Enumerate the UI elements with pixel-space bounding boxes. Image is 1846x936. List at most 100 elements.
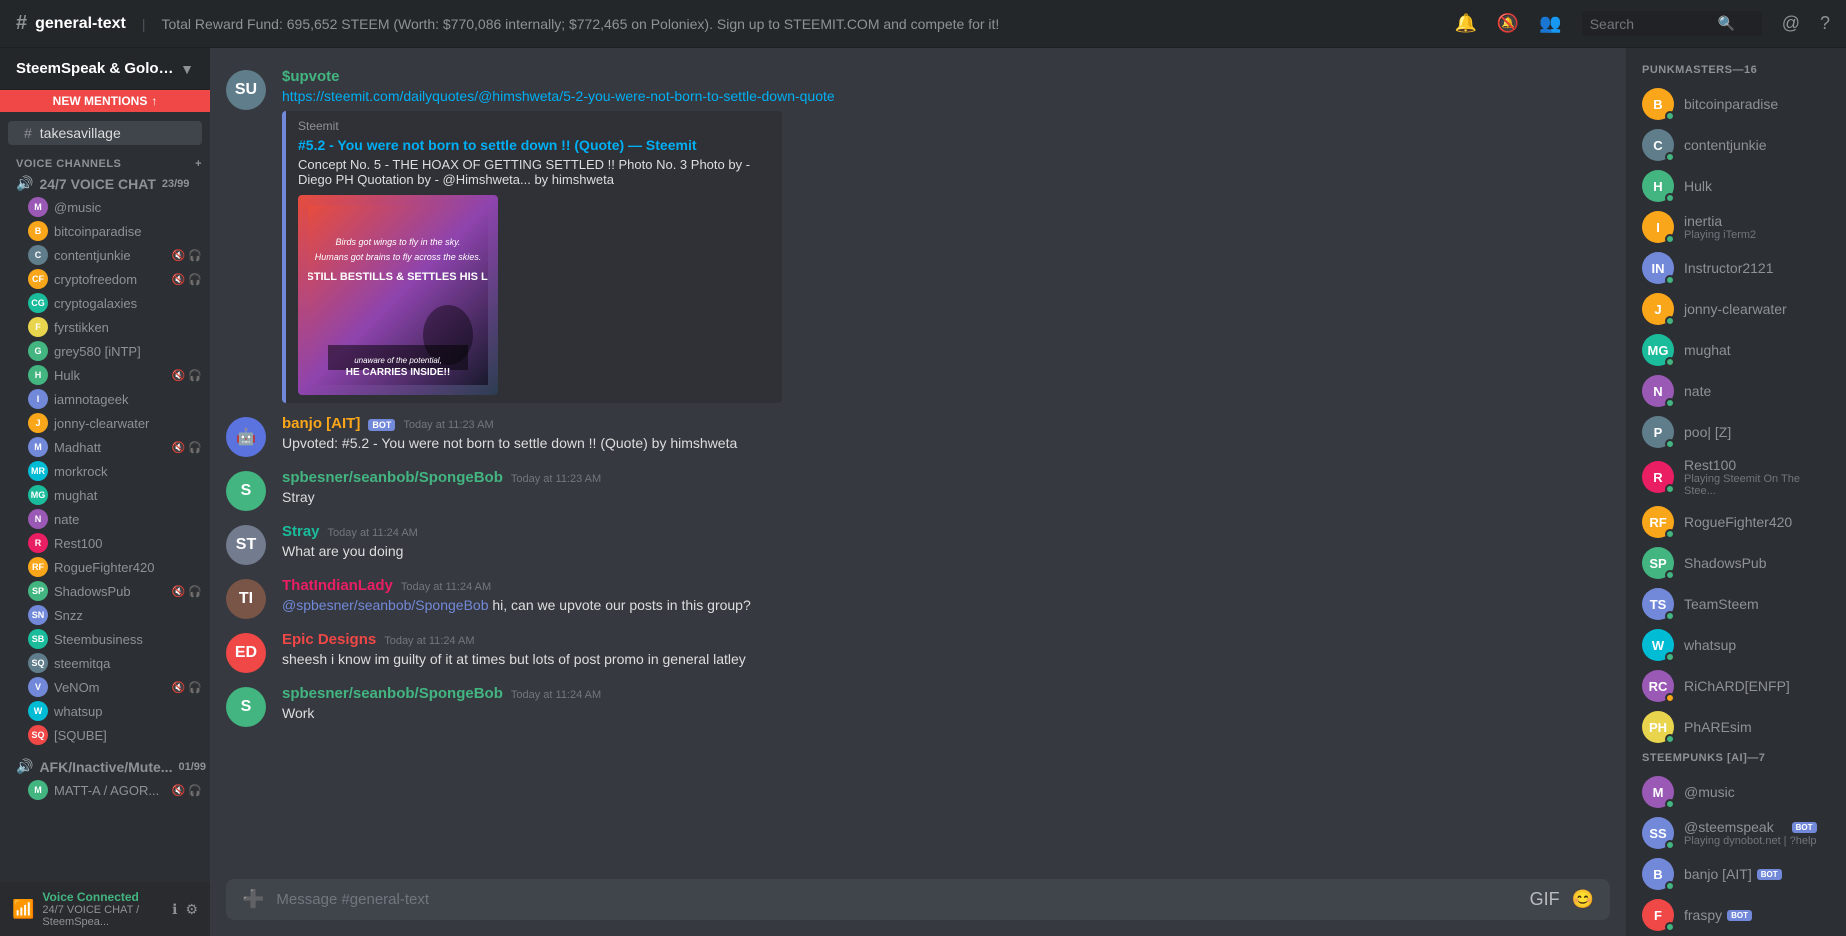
member-item[interactable]: R Rest100 Playing Steemit On The Stee... (1634, 453, 1838, 501)
info-icon[interactable]: ℹ (172, 901, 177, 918)
voice-member-item[interactable]: MRmorkrock (0, 459, 210, 483)
member-item[interactable]: SS @steemspeakBOT Playing dynobot.net | … (1634, 813, 1838, 853)
avatar: V (28, 677, 48, 697)
voice-member-item[interactable]: MGmughat (0, 483, 210, 507)
member-info: nate (1684, 383, 1711, 399)
message-group: ST Stray Today at 11:24 AM What are you … (210, 519, 1626, 569)
avatar: W (1642, 629, 1674, 661)
voice-channel-info: 24/7 VOICE CHAT / SteemSpea... (42, 904, 164, 928)
member-item[interactable]: W whatsup (1634, 625, 1838, 665)
avatar: CF (28, 269, 48, 289)
voice-member-item[interactable]: RRest100 (0, 531, 210, 555)
avatar: S (226, 471, 266, 511)
message-link[interactable]: https://steemit.com/dailyquotes/@himshwe… (282, 88, 835, 104)
member-name: contentjunkie (1684, 137, 1767, 153)
mentions-bar[interactable]: NEW MENTIONS ↑ (0, 90, 210, 112)
avatar: F (28, 317, 48, 337)
member-game: Playing dynobot.net | ?help (1684, 835, 1817, 847)
voice-member-item[interactable]: SNSnzz (0, 603, 210, 627)
afk-channel[interactable]: 🔊 AFK/Inactive/Mute... 01/99 (0, 755, 210, 778)
avatar: R (1642, 461, 1674, 493)
member-name: VeNOm (54, 680, 166, 695)
voice-channel-section: VOICE CHANNELS + 🔊 24/7 VOICE CHAT 23/99… (0, 154, 210, 936)
member-name: jonny-clearwater (1684, 301, 1787, 317)
member-item[interactable]: IN Instructor2121 (1634, 248, 1838, 288)
voice-member-item[interactable]: CGcryptogalaxies (0, 291, 210, 315)
avatar: N (1642, 375, 1674, 407)
member-item[interactable]: I inertia Playing iTerm2 (1634, 207, 1838, 247)
voice-member-item[interactable]: Jjonny-clearwater (0, 411, 210, 435)
voice-member-item[interactable]: HHulk🔇 🎧 (0, 363, 210, 387)
bell-icon[interactable]: 🔔 (1454, 13, 1476, 34)
channels-section: # takesavillage (0, 112, 210, 154)
voice-member-item[interactable]: Iiamnotageek (0, 387, 210, 411)
mention-icon[interactable]: 🔕 (1497, 13, 1519, 34)
avatar: S (226, 687, 266, 727)
voice-member-item[interactable]: CFcryptofreedom🔇 🎧 (0, 267, 210, 291)
voice-member-item[interactable]: Bbitcoinparadise (0, 219, 210, 243)
bot-badge: BOT (1727, 910, 1752, 921)
member-info: TeamSteem (1684, 596, 1759, 612)
member-item[interactable]: H Hulk (1634, 166, 1838, 206)
voice-member-item[interactable]: SBSteembusiness (0, 627, 210, 651)
voice-member-item[interactable]: Nnate (0, 507, 210, 531)
member-name: grey580 [iNTP] (54, 344, 202, 359)
member-info: Rest100 Playing Steemit On The Stee... (1684, 457, 1830, 497)
member-item[interactable]: F fraspyBOT (1634, 895, 1838, 935)
search-bar[interactable]: 🔍 (1582, 11, 1762, 36)
status-dot (1665, 357, 1675, 367)
voice-member-item[interactable]: Wwhatsup (0, 699, 210, 723)
voice-member-item[interactable]: SQsteemitqa (0, 651, 210, 675)
gif-icon[interactable]: GIF (1530, 889, 1560, 910)
svg-text:Humans got brains to fly acros: Humans got brains to fly across the skie… (315, 252, 482, 262)
member-name: poo| [Z] (1684, 424, 1731, 440)
voice-member-item[interactable]: Ccontentjunkie🔇 🎧 (0, 243, 210, 267)
voice-member-item[interactable]: Ffyrstikken (0, 315, 210, 339)
voice-channels-header[interactable]: VOICE CHANNELS + (0, 154, 210, 172)
member-item[interactable]: N nate (1634, 371, 1838, 411)
emoji-icon[interactable]: 😊 (1572, 889, 1594, 910)
member-item[interactable]: TS TeamSteem (1634, 584, 1838, 624)
member-item[interactable]: B banjo [AIT]BOT (1634, 854, 1838, 894)
avatar: H (1642, 170, 1674, 202)
voice-channel-24-7[interactable]: 🔊 24/7 VOICE CHAT 23/99 (0, 172, 210, 195)
member-item[interactable]: C contentjunkie (1634, 125, 1838, 165)
bottom-status-bar: 📶 Voice Connected 24/7 VOICE CHAT / Stee… (0, 882, 210, 936)
embed-desc: Concept No. 5 - THE HOAX OF GETTING SETT… (298, 157, 770, 187)
voice-member-item[interactable]: SPShadowsPub🔇 🎧 (0, 579, 210, 603)
voice-member-item[interactable]: SQ[SQUBE] (0, 723, 210, 747)
member-item[interactable]: M @music (1634, 772, 1838, 812)
message-text: @spbesner/seanbob/SpongeBob hi, can we u… (282, 596, 1610, 616)
member-info: fraspyBOT (1684, 907, 1752, 923)
member-section-header: STEEMPUNKS [AI]—7 (1626, 748, 1846, 768)
member-name: steemitqa (54, 656, 202, 671)
members-icon[interactable]: 👥 (1539, 13, 1561, 34)
messages-container: SU $upvote https://steemit.com/dailyquot… (210, 48, 1626, 879)
status-dot (1665, 316, 1675, 326)
help-icon[interactable]: ? (1820, 13, 1830, 34)
at-icon[interactable]: @ (1782, 13, 1800, 34)
message-input[interactable] (276, 879, 1517, 920)
member-item[interactable]: J jonny-clearwater (1634, 289, 1838, 329)
member-item[interactable]: RF RogueFighter420 (1634, 502, 1838, 542)
voice-signal-icon: 📶 (12, 899, 34, 920)
voice-member-item[interactable]: MMadhatt🔇 🎧 (0, 435, 210, 459)
add-voice-channel-icon[interactable]: + (195, 158, 202, 170)
member-item[interactable]: P poo| [Z] (1634, 412, 1838, 452)
member-item[interactable]: MG mughat (1634, 330, 1838, 370)
channel-item-takesavillage[interactable]: # takesavillage (8, 121, 202, 145)
voice-member-item[interactable]: RFRogueFighter420 (0, 555, 210, 579)
voice-member-item[interactable]: VVeNOm🔇 🎧 (0, 675, 210, 699)
member-item[interactable]: B bitcoinparadise (1634, 84, 1838, 124)
settings-icon[interactable]: ⚙ (185, 901, 198, 918)
voice-member-item[interactable]: Ggrey580 [iNTP] (0, 339, 210, 363)
plus-icon[interactable]: ➕ (242, 889, 264, 910)
search-input[interactable] (1590, 16, 1710, 32)
server-header[interactable]: SteemSpeak & Golos Cry... ▼ (0, 48, 210, 90)
member-item[interactable]: RC RiChARD[ENFP] (1634, 666, 1838, 706)
voice-member-item[interactable]: M@music (0, 195, 210, 219)
member-item[interactable]: SP ShadowsPub (1634, 543, 1838, 583)
member-item[interactable]: PH PhAREsim (1634, 707, 1838, 747)
member-info: whatsup (1684, 637, 1736, 653)
afk-member-matt[interactable]: M MATT-A / AGOR... 🔇 🎧 (0, 778, 210, 802)
